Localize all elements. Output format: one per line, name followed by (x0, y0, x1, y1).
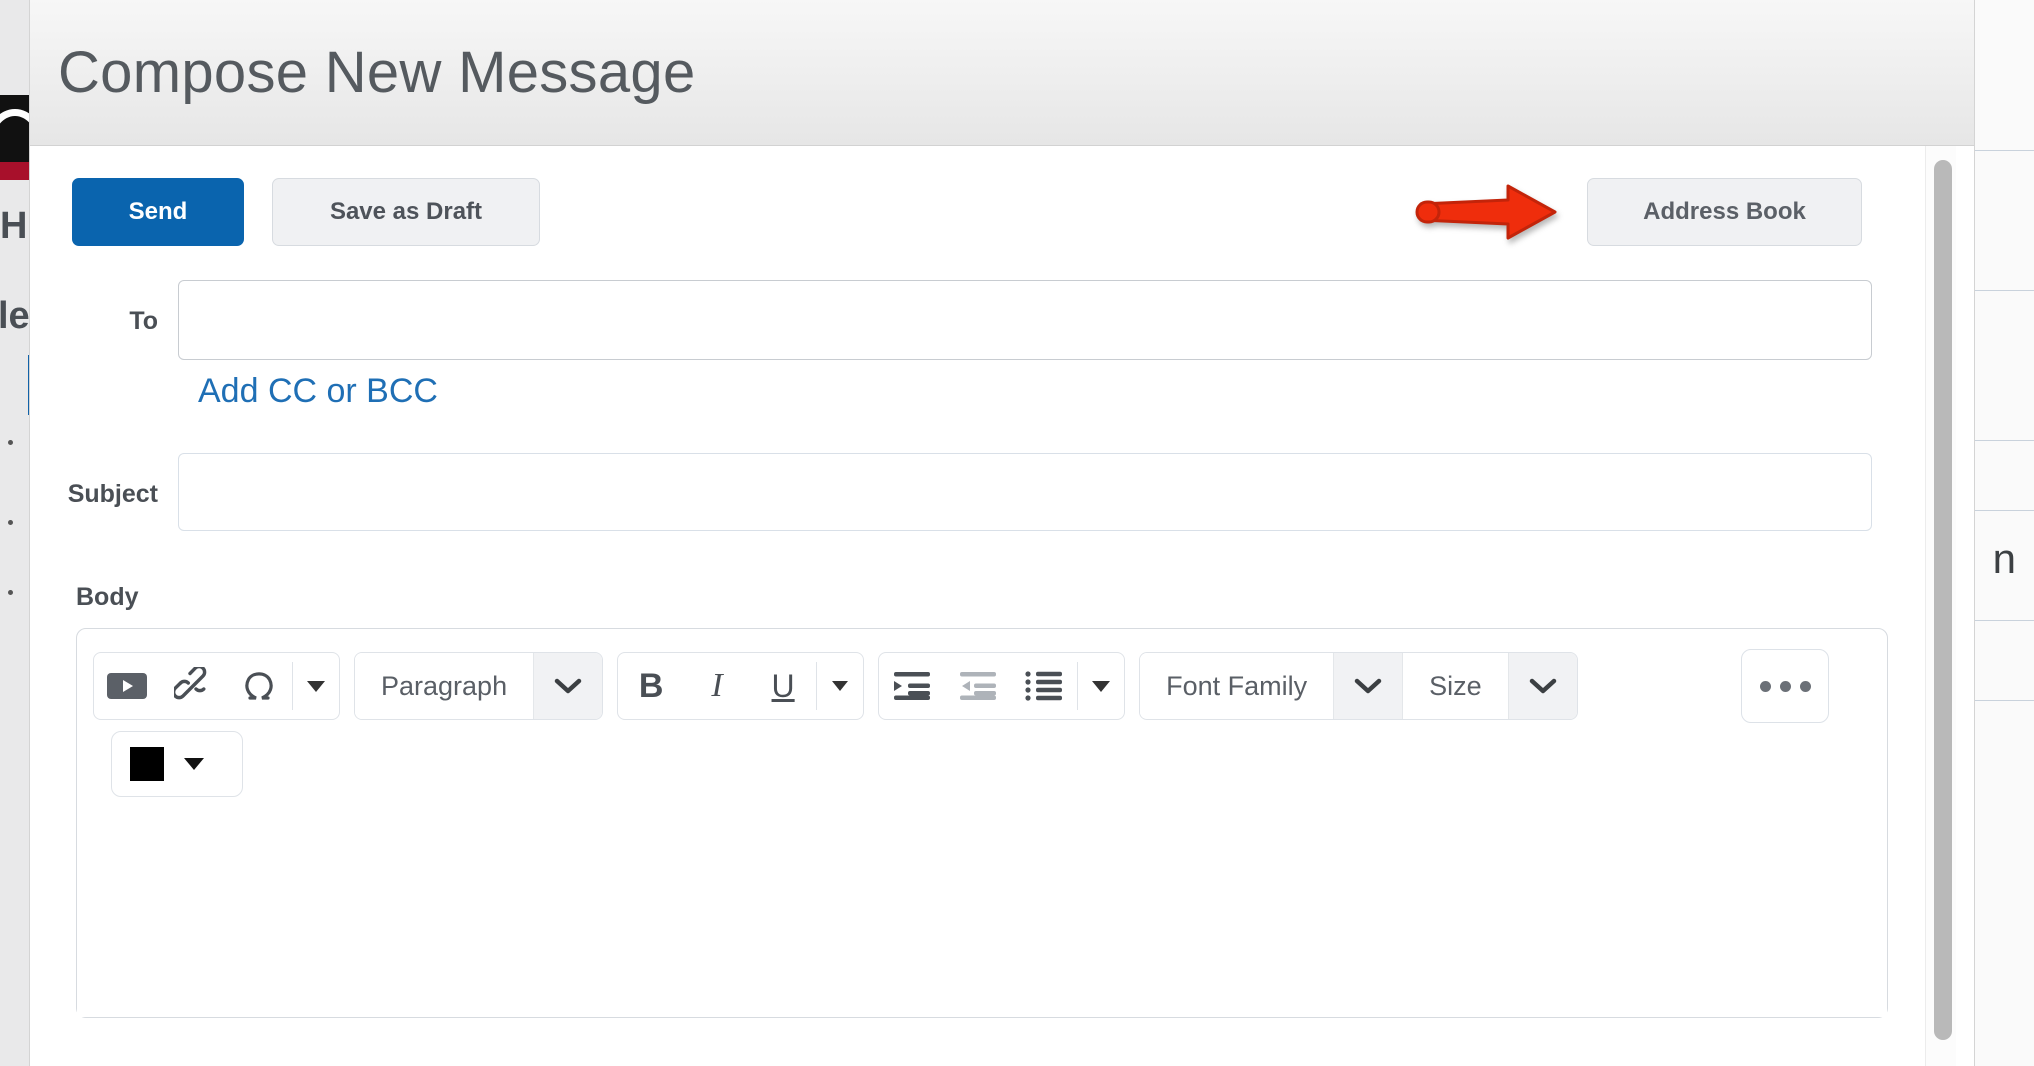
editor-group-text-style: B I U (617, 652, 865, 720)
dialog-header: Compose New Message (30, 0, 1974, 146)
ellipsis-icon[interactable] (1741, 649, 1829, 723)
save-as-draft-button[interactable]: Save as Draft (272, 178, 540, 246)
editor-toolbar: Paragraph B I U Font Family Size (77, 629, 1887, 729)
paragraph-format-value[interactable]: Paragraph (355, 653, 534, 719)
to-field-row: To (30, 280, 1934, 360)
to-input[interactable] (178, 280, 1872, 360)
font-family-value[interactable]: Font Family (1140, 653, 1334, 719)
send-button[interactable]: Send (72, 178, 244, 246)
subject-field-row: Subject (30, 453, 1934, 531)
subject-label: Subject (67, 480, 158, 508)
background-fragment-le: le (0, 295, 30, 337)
indent-decrease-icon[interactable] (945, 653, 1011, 719)
compose-message-dialog: Compose New Message Send Save as Draft A… (30, 0, 1974, 1066)
annotation-arrow-icon (1413, 182, 1563, 242)
background-bullet-dot (8, 440, 13, 445)
bullet-list-icon[interactable] (1011, 653, 1077, 719)
editor-group-insert (93, 652, 340, 720)
color-swatch[interactable] (130, 747, 164, 781)
bold-icon[interactable]: B (618, 653, 684, 719)
chevron-down-icon[interactable] (533, 653, 603, 719)
body-editor-canvas[interactable] (77, 825, 1887, 1017)
background-fragment-h: H (0, 205, 28, 247)
add-cc-bcc-link[interactable]: Add CC or BCC (198, 372, 438, 411)
vertical-scrollbar-thumb[interactable] (1934, 160, 1952, 1040)
background-left-strip (0, 0, 30, 1066)
background-bullet-dot (8, 590, 13, 595)
address-book-button[interactable]: Address Book (1587, 178, 1862, 246)
rich-text-editor: Paragraph B I U Font Family Size (76, 628, 1888, 1018)
underline-icon[interactable]: U (750, 653, 816, 719)
omega-icon[interactable] (226, 653, 292, 719)
chevron-down-icon[interactable] (1507, 653, 1577, 719)
body-label: Body (76, 583, 139, 611)
paragraph-format-select[interactable]: Paragraph (354, 652, 604, 720)
indent-increase-icon[interactable] (879, 653, 945, 719)
dialog-body: Send Save as Draft Address Book To Add C… (30, 146, 1974, 1066)
text-style-overflow-caret-icon[interactable] (817, 653, 863, 719)
site-logo (0, 95, 30, 180)
action-toolbar: Send Save as Draft Address Book (30, 146, 1934, 246)
italic-icon[interactable]: I (684, 653, 750, 719)
insert-overflow-caret-icon[interactable] (293, 653, 339, 719)
lists-overflow-caret-icon[interactable] (1078, 653, 1124, 719)
chevron-down-icon[interactable] (1333, 653, 1403, 719)
media-play-icon[interactable] (94, 653, 160, 719)
page-title: Compose New Message (58, 40, 696, 105)
subject-input[interactable] (178, 453, 1872, 531)
editor-group-lists (878, 652, 1126, 720)
font-select-group: Font Family Size (1139, 652, 1578, 720)
background-bullet-dot (8, 520, 13, 525)
to-label: To (129, 307, 158, 335)
editor-toolbar-row-2 (77, 729, 1887, 797)
text-color-picker[interactable] (111, 731, 243, 797)
background-fragment-n: n (1992, 535, 2016, 582)
link-icon[interactable] (160, 653, 226, 719)
font-size-value[interactable]: Size (1402, 653, 1508, 719)
caret-down-icon[interactable] (184, 758, 204, 770)
